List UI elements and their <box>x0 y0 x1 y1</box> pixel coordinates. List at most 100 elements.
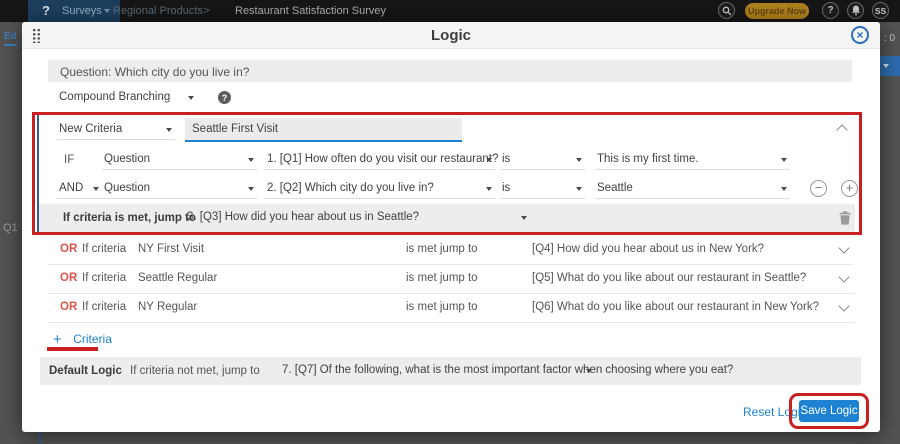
if-value-dropdown[interactable]: This is my first time. <box>595 150 790 170</box>
jump-to-label: If criteria is met, jump to <box>63 212 196 224</box>
expand-chevron-icon[interactable] <box>838 300 849 311</box>
criteria-name: NY Regular <box>138 301 197 313</box>
criteria-name: Seattle Regular <box>138 272 217 284</box>
saved-criteria-row[interactable]: OR If criteria Seattle Regular is met ju… <box>48 264 854 294</box>
if-value-value: This is my first time. <box>597 153 699 165</box>
add-criteria-link[interactable]: + Criteria <box>53 330 112 348</box>
if-operator-value: is <box>502 153 510 165</box>
jump-target-dropdown[interactable]: 3. [Q3] How did you hear about us in Sea… <box>185 208 530 228</box>
surveys-menu[interactable]: Surveys <box>62 5 102 17</box>
and-connector-dropdown[interactable]: AND <box>57 179 102 199</box>
logic-type-dropdown[interactable]: Compound Branching <box>57 88 197 108</box>
default-logic-row: Default Logic If criteria not met, jump … <box>40 357 861 385</box>
modal-header: Logic × <box>22 22 880 49</box>
brand-block[interactable]: ? Surveys <box>28 0 120 22</box>
dropdown-caret-icon <box>248 187 254 191</box>
background-question-accent-line <box>39 432 41 444</box>
breadcrumb-separator: > <box>203 5 209 17</box>
reset-logic-link[interactable]: Reset Logic <box>743 405 806 419</box>
add-condition-button[interactable]: + <box>841 180 858 197</box>
expand-chevron-icon[interactable] <box>838 242 849 253</box>
background-edit-tab[interactable]: Ed <box>4 31 17 46</box>
surveys-caret-icon <box>104 9 110 13</box>
dropdown-caret-icon <box>521 216 527 220</box>
dropdown-caret-icon <box>248 158 254 162</box>
breadcrumb-survey-name: Restaurant Satisfaction Survey <box>235 5 386 17</box>
or-label: OR <box>60 301 77 313</box>
and-value-value: Seattle <box>597 182 633 194</box>
met-label: is met jump to <box>406 272 478 284</box>
connector-label-if: IF <box>64 154 74 166</box>
if-source-value: Question <box>104 153 150 165</box>
logic-help-button[interactable]: ? <box>218 91 231 104</box>
and-source-dropdown[interactable]: Question <box>102 179 257 199</box>
search-icon <box>722 6 732 16</box>
avatar-initials: SS <box>875 6 886 16</box>
minus-icon: − <box>815 180 823 195</box>
criteria-name-dropdown-value: New Criteria <box>59 123 122 135</box>
remove-condition-button[interactable]: − <box>810 180 827 197</box>
or-label: OR <box>60 243 77 255</box>
upgrade-now-button[interactable]: Upgrade Now <box>745 3 809 19</box>
default-logic-label: Default Logic <box>49 365 122 377</box>
close-button[interactable]: × <box>851 26 869 44</box>
jump-to-row: If criteria is met, jump to 3. [Q3] How … <box>39 204 855 232</box>
and-value-dropdown[interactable]: Seattle <box>595 179 790 199</box>
and-source-value: Question <box>104 182 150 194</box>
avatar[interactable]: SS <box>872 2 889 19</box>
dropdown-caret-icon <box>586 369 592 373</box>
if-criteria-label: If criteria <box>82 301 126 313</box>
dropdown-caret-icon <box>486 158 492 162</box>
delete-criteria-trash-icon[interactable] <box>839 211 851 225</box>
if-source-dropdown[interactable]: Question <box>102 150 257 170</box>
jump-target-value: 3. [Q3] How did you hear about us in Sea… <box>187 211 419 223</box>
question-mark-icon: ? <box>222 93 228 103</box>
dropdown-caret-icon <box>93 187 99 191</box>
default-logic-condition: If criteria not met, jump to <box>130 365 260 377</box>
expand-chevron-icon[interactable] <box>838 271 849 282</box>
breadcrumb-folder[interactable]: Regional Products <box>113 5 203 17</box>
saved-criteria-row[interactable]: OR If criteria NY Regular is met jump to… <box>48 293 854 323</box>
background-question-tag: Q1 <box>3 222 18 234</box>
dropdown-caret-icon <box>188 96 194 100</box>
criteria-target: [Q4] How did you hear about us in New Yo… <box>532 243 764 255</box>
criteria-target: [Q6] What do you like about our restaura… <box>532 301 819 313</box>
if-operator-dropdown[interactable]: is <box>500 150 585 170</box>
criteria-name-dropdown[interactable]: New Criteria <box>57 120 175 140</box>
annotation-underline-add-criteria <box>47 347 98 351</box>
if-question-value: 1. [Q1] How often do you visit our resta… <box>267 153 498 165</box>
dropdown-caret-icon <box>166 128 172 132</box>
criteria-name-input-value: Seattle First Visit <box>192 123 278 135</box>
help-button[interactable]: ? <box>822 2 839 19</box>
saved-criteria-row[interactable]: OR If criteria NY First Visit is met jum… <box>48 235 854 265</box>
help-icon: ? <box>827 5 833 16</box>
and-connector-value: AND <box>59 182 83 194</box>
and-operator-value: is <box>502 182 510 194</box>
caret-icon <box>883 64 889 68</box>
criteria-target: [Q5] What do you like about our restaura… <box>532 272 806 284</box>
if-question-dropdown[interactable]: 1. [Q1] How often do you visit our resta… <box>265 150 495 170</box>
default-jump-target-dropdown[interactable]: 7. [Q7] Of the following, what is the mo… <box>280 361 595 381</box>
criteria-name-input[interactable]: Seattle First Visit <box>185 118 462 142</box>
and-question-dropdown[interactable]: 2. [Q2] Which city do you live in? <box>265 179 495 199</box>
met-label: is met jump to <box>406 301 478 313</box>
notifications-button[interactable] <box>847 2 864 19</box>
dropdown-caret-icon <box>486 187 492 191</box>
logic-type-value: Compound Branching <box>59 91 170 103</box>
save-logic-button[interactable]: Save Logic <box>799 400 859 422</box>
or-label: OR <box>60 272 77 284</box>
criteria-name: NY First Visit <box>138 243 204 255</box>
dropdown-caret-icon <box>576 158 582 162</box>
logic-modal: Logic × Question: Which city do you live… <box>22 22 880 432</box>
background-save-button-fragment[interactable] <box>879 56 900 76</box>
collapse-criteria-chevron-icon[interactable] <box>836 124 847 135</box>
and-question-value: 2. [Q2] Which city do you live in? <box>267 182 434 194</box>
dropdown-caret-icon <box>576 187 582 191</box>
dropdown-caret-icon <box>781 187 787 191</box>
plus-icon: + <box>846 180 854 195</box>
background-count-fragment: : 0 <box>884 33 895 44</box>
if-criteria-label: If criteria <box>82 272 126 284</box>
and-operator-dropdown[interactable]: is <box>500 179 585 199</box>
search-button[interactable] <box>718 2 735 19</box>
top-navigation-bar: ? Surveys Regional Products > Restaurant… <box>0 0 900 22</box>
